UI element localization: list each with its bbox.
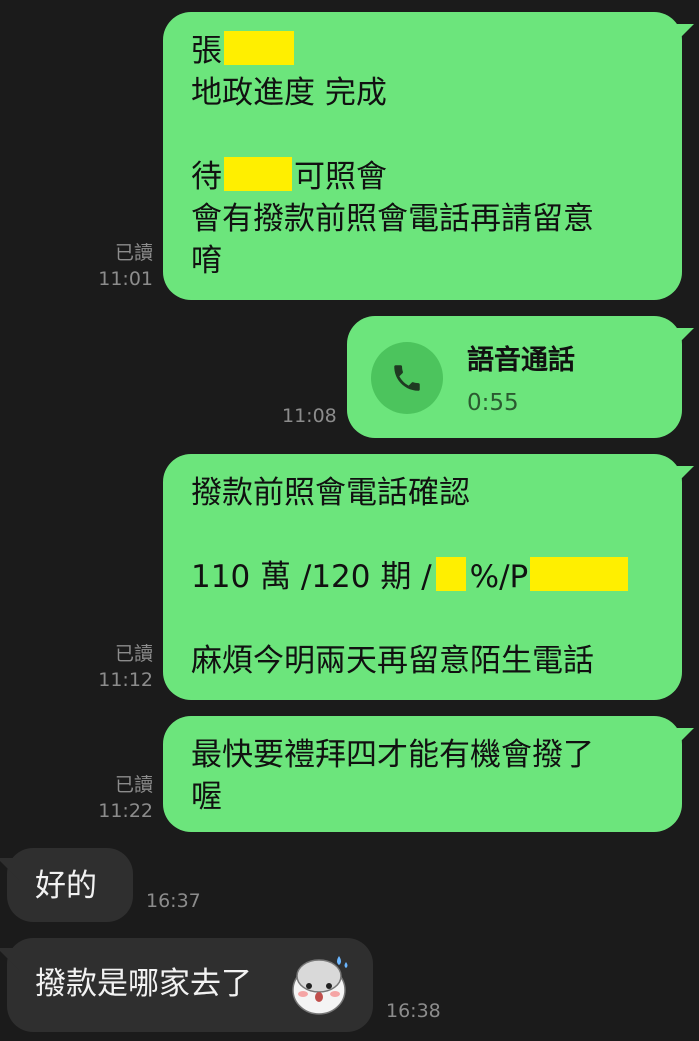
- redaction-block: [224, 157, 292, 191]
- redaction-block: [530, 557, 629, 591]
- redaction-block: [224, 31, 294, 65]
- message-bubble-outgoing[interactable]: 撥款前照會電話確認 110 萬 /120 期 / %/P 麻煩今明兩天再留意陌生電…: [163, 454, 682, 700]
- sweating-hamster-sticker: [292, 956, 348, 1015]
- message-meta: 已讀 11:22: [98, 772, 153, 824]
- timestamp: 11:08: [282, 405, 337, 427]
- voice-call-bubble[interactable]: 語音通話 0:55: [347, 316, 682, 438]
- message-bubble-outgoing[interactable]: 最快要禮拜四才能有機會撥了 喔: [163, 716, 682, 832]
- read-receipt: 已讀: [114, 774, 153, 796]
- read-receipt: 已讀: [114, 643, 153, 665]
- timestamp: 16:37: [146, 890, 201, 912]
- message-bubble-incoming[interactable]: 撥款是哪家去了: [7, 938, 373, 1032]
- message-text: 會有撥款前照會電話再請留意: [191, 201, 594, 237]
- message-text: 可照會: [294, 159, 387, 195]
- message-text: 麻煩今明兩天再留意陌生電話: [191, 643, 594, 679]
- timestamp: 16:38: [386, 1000, 441, 1022]
- message-text: 喔: [191, 779, 222, 815]
- timestamp: 11:22: [98, 800, 153, 822]
- message-text: 撥款是哪家去了: [35, 966, 252, 1002]
- message-bubble-incoming[interactable]: 好的: [7, 848, 133, 922]
- message-text: %/P: [469, 559, 529, 595]
- message-bubble-outgoing[interactable]: 張 地政進度 完成 待 可照會 會有撥款前照會電話再請留意 唷: [163, 12, 682, 300]
- phone-icon: [371, 342, 443, 414]
- redaction-block: [435, 557, 466, 591]
- message-meta: 已讀 11:12: [98, 641, 153, 693]
- read-receipt: 已讀: [114, 242, 153, 264]
- message-text: 張: [191, 33, 222, 69]
- call-title: 語音通話: [467, 345, 575, 376]
- timestamp: 11:01: [98, 268, 153, 290]
- message-text: 待: [191, 159, 222, 195]
- message-text: 110 萬 /120 期 /: [191, 559, 432, 595]
- message-text: 唷: [191, 243, 222, 279]
- call-duration: 0:55: [467, 390, 519, 416]
- message-text: 最快要禮拜四才能有機會撥了: [191, 737, 594, 773]
- message-meta: 已讀 11:01: [98, 240, 153, 292]
- message-text: 地政進度 完成: [191, 75, 387, 111]
- message-text: 好的: [35, 868, 97, 904]
- message-text: 撥款前照會電話確認: [191, 475, 470, 511]
- timestamp: 11:12: [98, 669, 153, 691]
